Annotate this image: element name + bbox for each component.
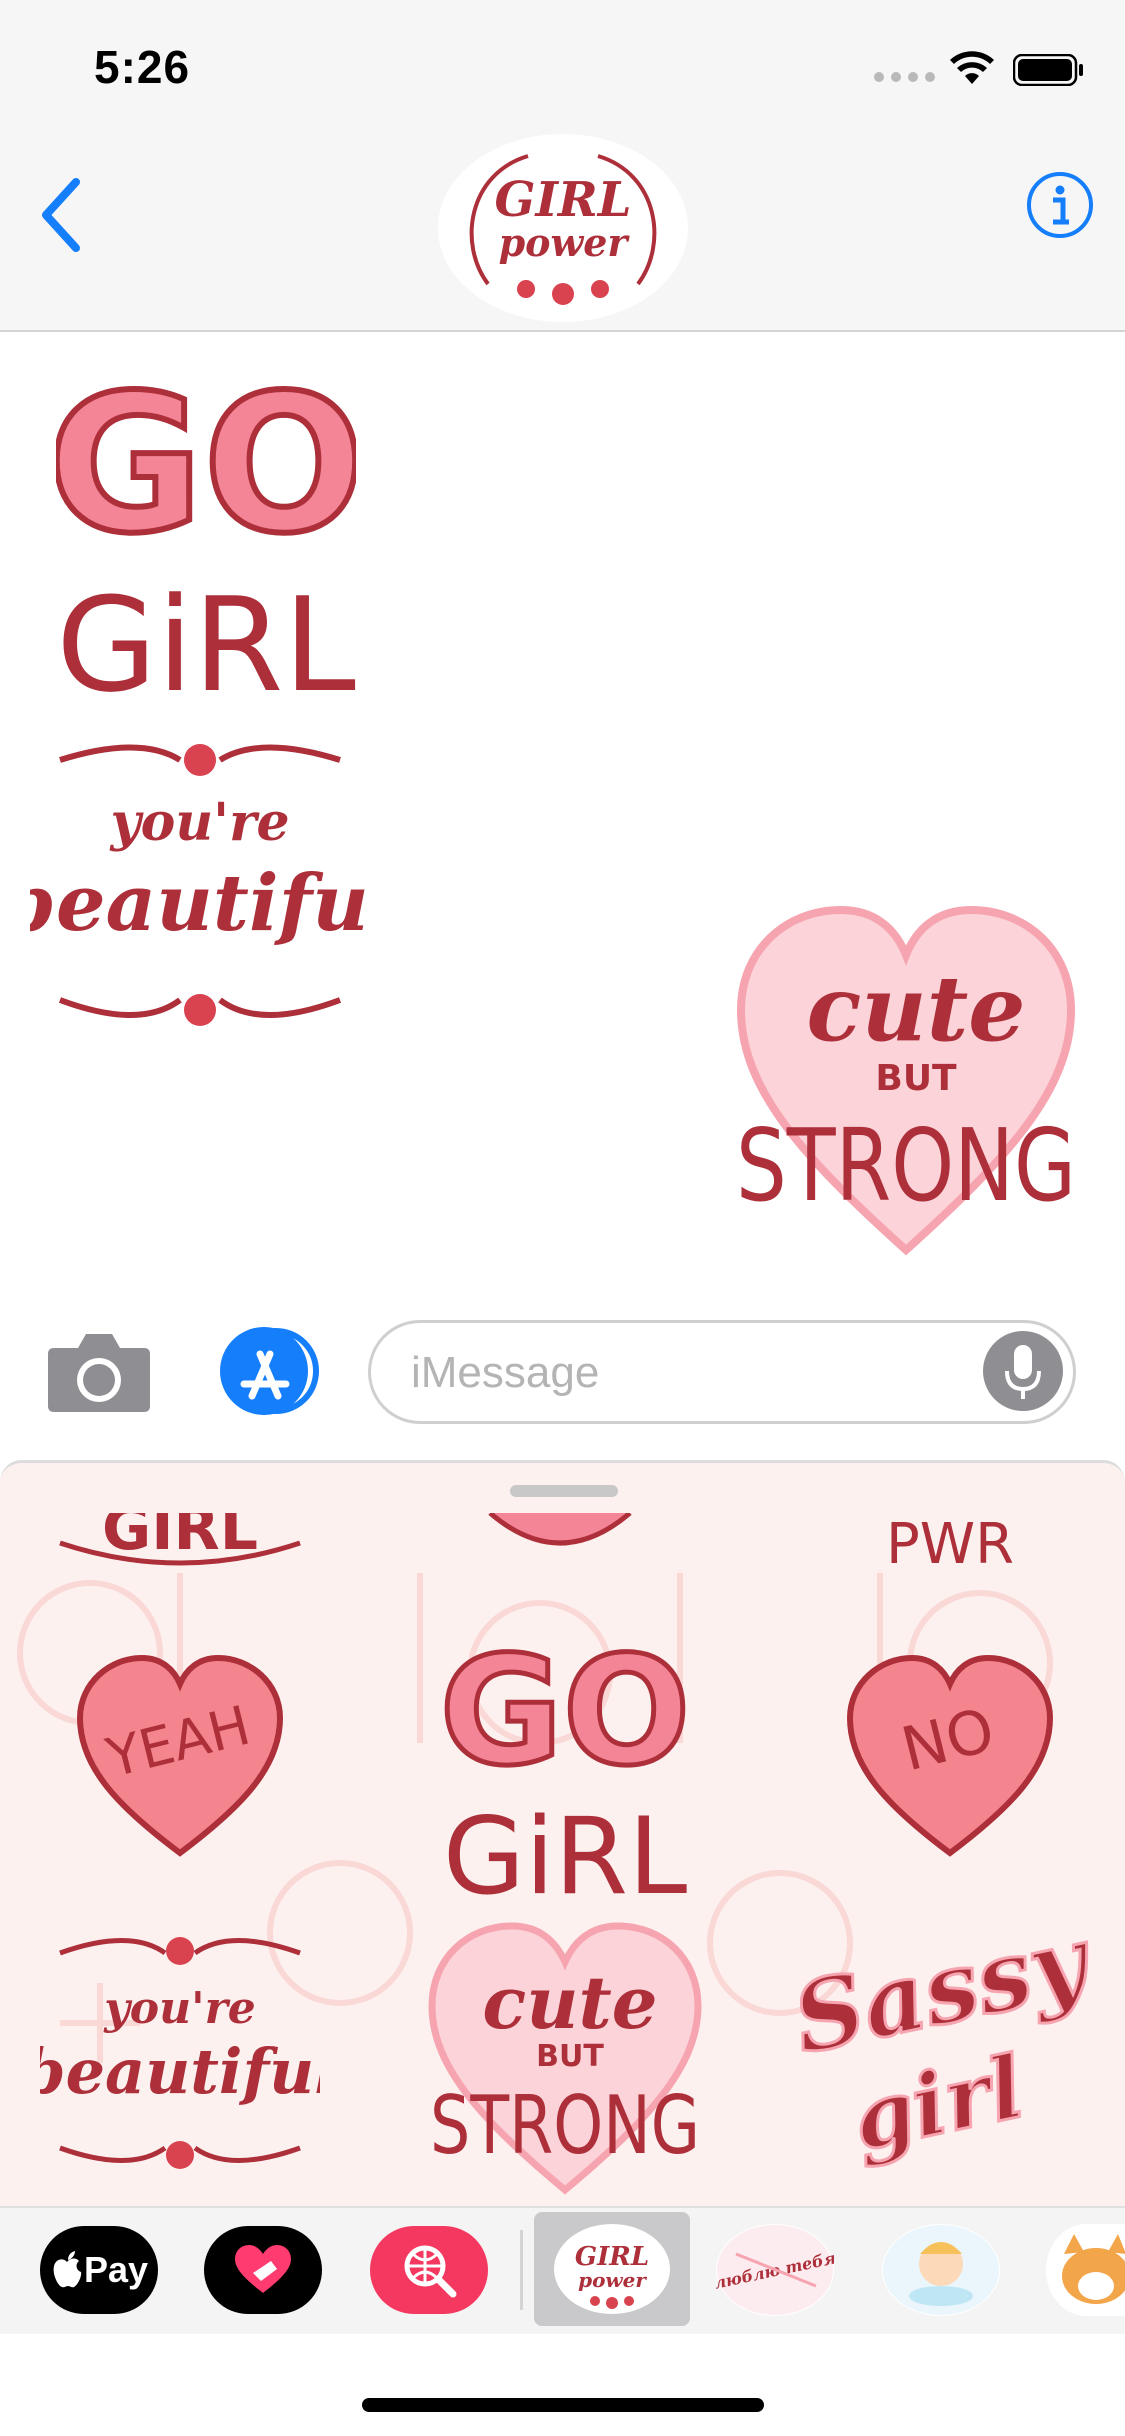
imessage-app-strip: Pay GIRL power люблю тебя bbox=[0, 2206, 1125, 2334]
sticker-youre-text: you're bbox=[109, 792, 289, 853]
drawer-sticker-go-girl[interactable]: GO GiRL bbox=[440, 1623, 690, 1913]
message-field bbox=[368, 1320, 1076, 1424]
heart-touch-icon bbox=[235, 2245, 291, 2293]
cupid-app-icon bbox=[883, 2225, 999, 2315]
app-strip-divider bbox=[520, 2230, 523, 2310]
apple-pay-label: Pay bbox=[83, 2249, 149, 2290]
app-store-icon[interactable] bbox=[208, 1326, 320, 1416]
svg-text:power: power bbox=[578, 2268, 647, 2292]
imessage-input[interactable] bbox=[409, 1323, 953, 1423]
sticker-youre-beautiful[interactable]: you're beautiful bbox=[30, 730, 370, 1040]
microphone-icon bbox=[1005, 1345, 1041, 1399]
svg-text:STRONG: STRONG bbox=[430, 2079, 700, 2172]
sticker-go-text: GO bbox=[56, 360, 356, 575]
home-indicator[interactable] bbox=[362, 2398, 764, 2412]
logo-line-power: power bbox=[499, 220, 631, 265]
drawer-sticker-cute-but-strong[interactable]: cute BUT STRONG bbox=[420, 1918, 710, 2198]
cupid-sticker-app[interactable] bbox=[882, 2224, 1000, 2316]
svg-text:PWR: PWR bbox=[886, 1513, 1014, 1577]
digital-touch-app[interactable] bbox=[204, 2226, 322, 2314]
cat-sticker-app[interactable] bbox=[1046, 2224, 1125, 2316]
cat-app-icon bbox=[1046, 2225, 1125, 2315]
conversation-header: GIRL power bbox=[0, 132, 1125, 332]
status-time: 5:26 bbox=[94, 41, 191, 93]
girl-power-sticker-app-selected[interactable]: GIRL power bbox=[534, 2212, 690, 2326]
sticker-cute-text: cute bbox=[806, 956, 1025, 1062]
microphone-button[interactable] bbox=[983, 1331, 1063, 1411]
sticker-but-text: BUT bbox=[875, 1058, 957, 1099]
cellular-signal-icon bbox=[874, 72, 935, 82]
drawer-sticker-partial-girl[interactable]: GIRL bbox=[40, 1513, 320, 1583]
sticker-girl-text: GiRL bbox=[56, 569, 356, 710]
drawer-handle[interactable] bbox=[510, 1485, 618, 1497]
drawer-sticker-yeah[interactable]: YEAH bbox=[70, 1648, 290, 1868]
drawer-sticker-sassy-girl[interactable]: Sassy girl bbox=[800, 1913, 1090, 2193]
love-app-icon: люблю тебя bbox=[712, 2225, 838, 2315]
drawer-sticker-youre-beautiful[interactable]: you're beautiful bbox=[40, 1923, 320, 2183]
contact-avatar[interactable]: GIRL power bbox=[438, 134, 688, 322]
status-bar: 5:26 bbox=[0, 0, 1125, 132]
globe-search-icon bbox=[404, 2245, 457, 2298]
battery-icon bbox=[1013, 54, 1083, 86]
drawer-sticker-partial-pwr[interactable]: PWR bbox=[840, 1513, 1060, 1583]
love-sticker-app[interactable]: люблю тебя bbox=[712, 2224, 838, 2316]
svg-text:GO: GO bbox=[440, 1625, 690, 1799]
apple-pay-app[interactable]: Pay bbox=[40, 2226, 158, 2314]
girl-power-logo: GIRL power bbox=[469, 154, 657, 305]
sticker-beautiful-text: beautiful bbox=[30, 858, 370, 949]
svg-text:you're: you're bbox=[103, 1983, 256, 2034]
sticker-drawer: GIRL PWR YEAH GO GiRL NO you're beautifu… bbox=[0, 1460, 1125, 2206]
sticker-strong-text: STRONG bbox=[736, 1107, 1076, 1224]
svg-text:cute: cute bbox=[482, 1960, 657, 2045]
apple-logo-icon bbox=[53, 2251, 82, 2288]
sticker-go-girl[interactable]: GO GiRL bbox=[56, 360, 356, 710]
girl-power-app-icon: GIRL power bbox=[554, 2224, 670, 2314]
back-chevron-icon[interactable] bbox=[30, 170, 90, 260]
drawer-sticker-no[interactable]: NO bbox=[840, 1648, 1060, 1868]
svg-text:GiRL: GiRL bbox=[443, 1795, 687, 1913]
images-search-app[interactable] bbox=[370, 2226, 488, 2314]
svg-text:beautiful: beautiful bbox=[40, 2035, 320, 2108]
drawer-sticker-partial-heart[interactable] bbox=[470, 1513, 650, 1563]
camera-icon[interactable] bbox=[46, 1330, 152, 1414]
wifi-icon bbox=[950, 51, 994, 84]
svg-text:BUT: BUT bbox=[536, 2039, 604, 2074]
sticker-cute-but-strong[interactable]: cute BUT STRONG bbox=[726, 900, 1086, 1260]
info-icon[interactable] bbox=[1025, 170, 1095, 240]
